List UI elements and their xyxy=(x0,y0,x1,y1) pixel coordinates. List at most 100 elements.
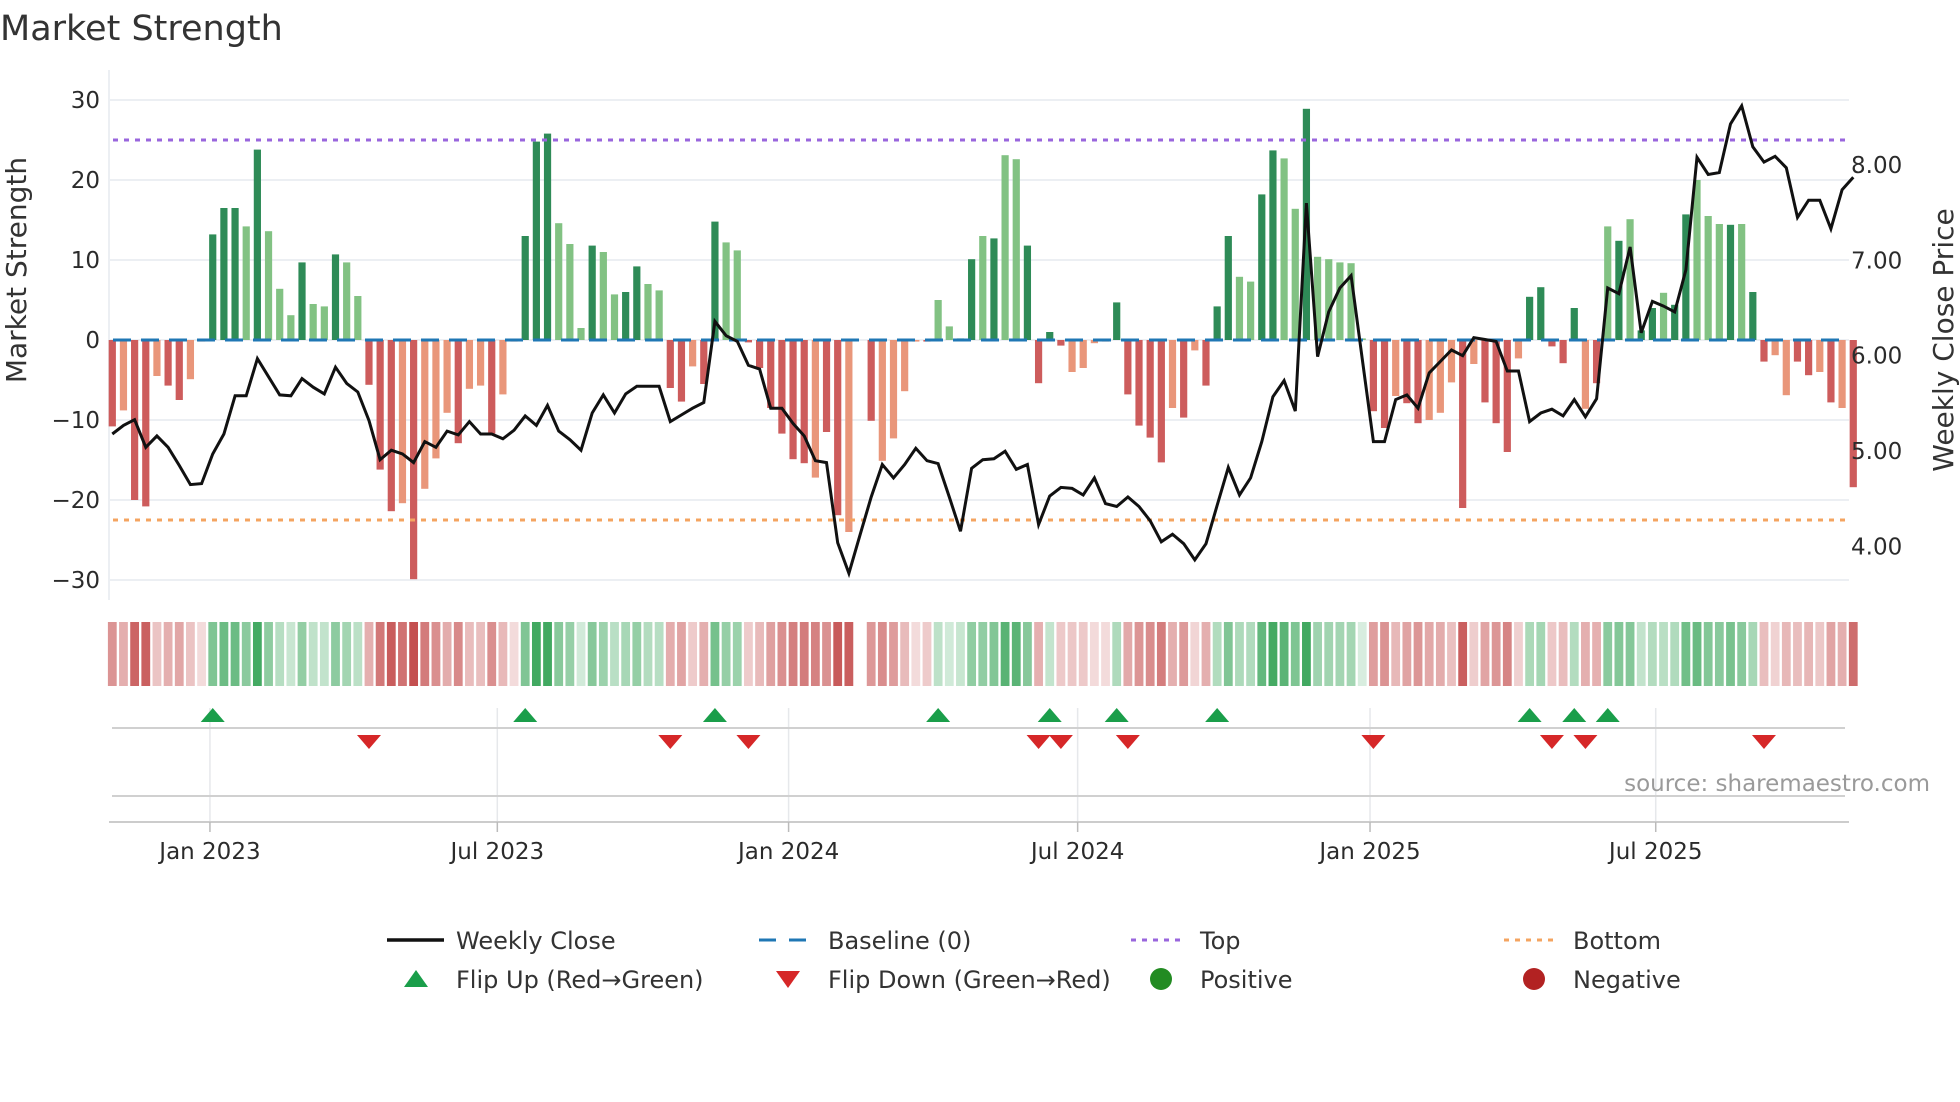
strip-cell xyxy=(520,622,530,686)
strip-cell xyxy=(1391,622,1401,686)
strip-cell xyxy=(911,622,921,686)
strip-cell xyxy=(1223,622,1233,686)
flip-up-marker xyxy=(1562,708,1587,722)
strip-cell xyxy=(1368,622,1378,686)
left-axis-ticks: 30 20 10 0 −10 −20 −30 xyxy=(51,88,100,594)
strip-cell xyxy=(1145,622,1155,686)
strip-cell xyxy=(1815,622,1825,686)
strength-bar xyxy=(1459,340,1467,508)
strength-bar xyxy=(666,340,674,388)
strength-bar xyxy=(778,340,786,434)
strip-cell xyxy=(119,622,128,686)
strip-cell xyxy=(431,622,441,686)
strip-cell xyxy=(230,622,240,686)
strip-cell xyxy=(487,622,497,686)
strip-cell xyxy=(252,622,262,686)
strip-cell xyxy=(922,622,932,686)
strength-bar xyxy=(387,340,395,512)
strip-cell xyxy=(721,622,731,686)
strip-cell xyxy=(1603,622,1613,686)
strength-bar xyxy=(1838,340,1846,408)
strip-cell xyxy=(107,622,117,686)
strength-bar xyxy=(622,292,630,340)
strip-cell xyxy=(654,622,664,686)
strength-bar xyxy=(1447,340,1456,383)
y2-tick-label: 5.00 xyxy=(1851,439,1902,465)
strength-bar xyxy=(1034,340,1043,384)
strength-bar xyxy=(1782,340,1790,396)
strip-cell xyxy=(1435,622,1445,686)
strength-bar xyxy=(577,328,585,340)
strength-bar xyxy=(1481,340,1489,403)
strip-cell xyxy=(308,622,318,686)
strip-cell xyxy=(777,622,787,686)
strip-cell xyxy=(677,622,686,686)
strength-bar xyxy=(209,234,217,340)
strip-cell xyxy=(1636,622,1646,686)
strip-cell xyxy=(1112,622,1122,686)
strength-bar xyxy=(1202,340,1210,386)
strip-cell xyxy=(1000,622,1010,686)
strip-cell xyxy=(197,622,206,686)
strength-bar xyxy=(476,340,485,386)
flip-markers xyxy=(112,708,1845,822)
strength-bar xyxy=(945,326,953,340)
x-tick-label: Jul 2025 xyxy=(1607,839,1703,865)
strength-bar xyxy=(889,340,898,439)
strip-cell xyxy=(208,622,218,686)
strength-bar xyxy=(1760,340,1768,362)
strip-cell xyxy=(1737,622,1747,686)
strength-bar xyxy=(1079,340,1087,368)
flip-up-marker xyxy=(1205,708,1230,722)
circle-icon xyxy=(1150,968,1172,990)
flip-down-marker xyxy=(1751,735,1776,749)
strength-bar xyxy=(610,294,619,340)
strip-cell xyxy=(822,622,831,686)
strip-cell xyxy=(1067,622,1077,686)
y-tick-label: 0 xyxy=(85,328,100,354)
strength-bar xyxy=(298,262,306,340)
strength-bar xyxy=(1336,262,1344,340)
strip-cell xyxy=(710,622,720,686)
strip-cell xyxy=(1302,622,1311,686)
strip-cell xyxy=(1279,622,1289,686)
strength-bar xyxy=(231,208,239,340)
strip-cell xyxy=(1491,622,1501,686)
strip-cell xyxy=(1313,622,1322,686)
right-axis-ticks: 8.00 7.00 6.00 5.00 4.00 xyxy=(1851,153,1902,561)
strip-cell xyxy=(1592,622,1601,686)
strip-cell xyxy=(989,622,999,686)
strip-cell xyxy=(877,622,887,686)
legend-label: Bottom xyxy=(1573,927,1661,955)
strength-bar xyxy=(1191,340,1199,351)
strength-bar xyxy=(1749,292,1757,340)
y2-tick-label: 8.00 xyxy=(1851,153,1902,179)
strength-bar xyxy=(655,290,663,340)
strip-cell xyxy=(453,622,463,686)
strip-cell xyxy=(353,622,363,686)
strip-cell xyxy=(1748,622,1758,686)
strip-cell xyxy=(1101,622,1110,686)
flip-down-marker xyxy=(1361,735,1386,749)
strip-cell xyxy=(219,622,229,686)
strip-cell xyxy=(788,622,798,686)
flip-down-marker xyxy=(1115,735,1140,749)
strength-bar xyxy=(834,340,842,516)
strip-cell xyxy=(1424,622,1434,686)
legend-label: Flip Up (Red→Green) xyxy=(456,966,704,994)
strength-bar xyxy=(878,340,886,461)
strip-cell xyxy=(509,622,519,686)
strength-bar xyxy=(1693,180,1701,340)
flip-up-marker xyxy=(1104,708,1129,722)
strength-bar xyxy=(354,296,362,340)
flip-down-marker xyxy=(356,735,381,749)
strip-cell xyxy=(1045,622,1055,686)
strip-cell xyxy=(643,622,653,686)
strength-bar xyxy=(432,340,440,459)
strength-bar xyxy=(1581,340,1590,409)
strength-bar xyxy=(1247,281,1255,340)
strength-bar xyxy=(499,340,507,395)
legend-label: Weekly Close xyxy=(456,927,616,955)
strip-cell xyxy=(699,622,709,686)
date-axis: Jan 2023 Jul 2023 Jan 2024 Jul 2024 Jan 2025… xyxy=(109,821,1849,865)
